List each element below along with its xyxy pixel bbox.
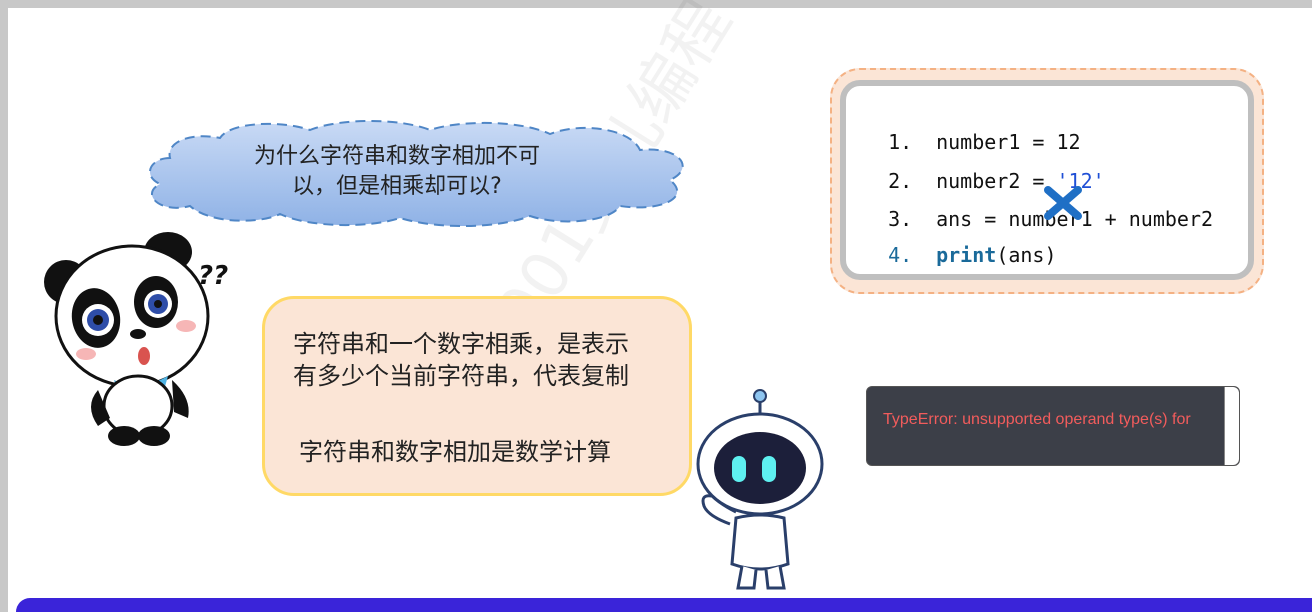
x-mark-icon <box>1044 186 1082 220</box>
robot-illustration <box>696 389 824 590</box>
cloud-question-line2: 以，但是相乘却可以? <box>292 174 502 199</box>
panda-illustration: ?? <box>44 232 228 446</box>
code-text: (ans) <box>996 243 1057 267</box>
cloud-question-line1: 为什么字符串和数字相加不可 <box>253 144 540 169</box>
cloud-question: 为什么字符串和数字相加不可 以，但是相乘却可以? <box>232 142 562 202</box>
note-line1: 字符串和一个数字相乘，是表示 <box>293 330 629 358</box>
explanation-note: 字符串和一个数字相乘，是表示 有多少个当前字符串，代表复制 字符串和数字相加是数… <box>262 296 692 496</box>
code-keyword: print <box>936 243 997 267</box>
error-scrollbar[interactable] <box>1224 387 1239 465</box>
note-line3: 字符串和数字相加是数学计算 <box>299 438 611 466</box>
bottom-accent-bar <box>16 598 1312 612</box>
line-number: 4. <box>888 243 913 267</box>
code-line-4: 4. print(ans) <box>864 219 1057 267</box>
left-border <box>0 0 8 612</box>
note-line2: 有多少个当前字符串，代表复制 <box>293 362 629 390</box>
panda-question-marks: ?? <box>198 261 228 291</box>
error-message: TypeError: unsupported operand type(s) f… <box>883 411 1191 428</box>
error-output: TypeError: unsupported operand type(s) f… <box>866 386 1240 466</box>
